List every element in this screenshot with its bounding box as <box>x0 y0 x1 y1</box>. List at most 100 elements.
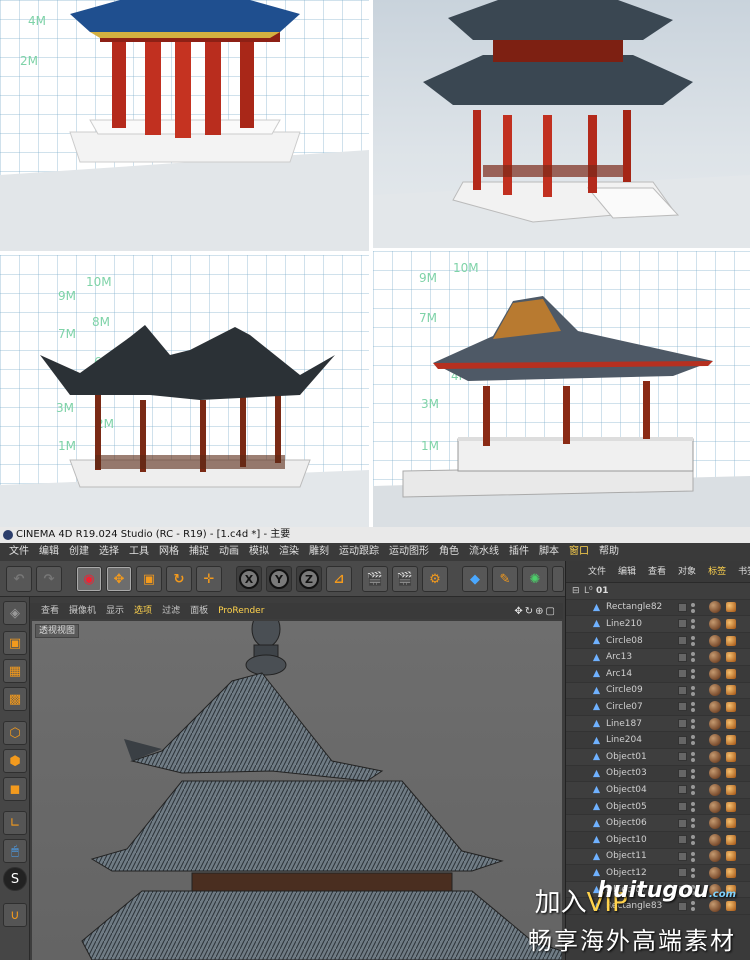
texture-tag-icon[interactable] <box>726 685 736 696</box>
visibility-toggle[interactable] <box>678 685 687 695</box>
list-item[interactable]: Object06 <box>566 815 750 832</box>
viewport-menu-filter[interactable]: 过滤 <box>157 603 185 619</box>
live-selection-icon[interactable]: ◉ <box>76 566 102 592</box>
texture-mode-icon[interactable]: ▦ <box>3 659 27 683</box>
texture-tag-icon[interactable] <box>726 867 736 878</box>
render-visibility-dot[interactable] <box>691 691 695 696</box>
menu-sculpt[interactable]: 雕刻 <box>304 543 334 561</box>
editor-visibility-dot[interactable] <box>691 702 695 707</box>
viewport-navigation-icons[interactable]: ✥↻⊕▢ <box>514 606 563 617</box>
collapse-icon[interactable]: ⊟ <box>572 586 580 596</box>
texture-tag-icon[interactable] <box>726 735 736 746</box>
y-axis-lock-button[interactable]: Y <box>266 566 292 592</box>
menu-select[interactable]: 选择 <box>94 543 124 561</box>
visibility-toggle[interactable] <box>678 702 687 712</box>
viewport-menu-view[interactable]: 查看 <box>36 603 64 619</box>
menu-window[interactable]: 窗口 <box>564 543 594 561</box>
render-visibility-dot[interactable] <box>691 807 695 812</box>
render-picture-viewer-icon[interactable]: 🎬 <box>392 566 418 592</box>
subdivision-surface-icon[interactable]: ✺ <box>522 566 548 592</box>
visibility-toggle[interactable] <box>678 818 687 828</box>
editor-visibility-dot[interactable] <box>691 752 695 756</box>
texture-tag-icon[interactable] <box>726 851 736 862</box>
viewport-menu-options[interactable]: 选项 <box>129 603 157 619</box>
toolbar-overflow-icon[interactable] <box>552 566 564 592</box>
material-tag-icon[interactable] <box>709 817 721 830</box>
list-item[interactable]: Object04 <box>566 782 750 799</box>
model-mode-icon[interactable]: ▣ <box>3 631 27 655</box>
texture-tag-icon[interactable] <box>726 801 736 812</box>
edges-mode-icon[interactable]: ⬢ <box>3 749 27 773</box>
viewport-menu-cameras[interactable]: 摄像机 <box>64 603 101 619</box>
material-tag-icon[interactable] <box>709 684 721 697</box>
editor-visibility-dot[interactable] <box>691 635 695 640</box>
texture-tag-icon[interactable] <box>726 768 736 779</box>
editor-visibility-dot[interactable] <box>691 851 695 856</box>
visibility-toggle[interactable] <box>678 802 687 812</box>
texture-tag-icon[interactable] <box>726 718 736 729</box>
x-axis-lock-button[interactable]: X <box>236 566 262 592</box>
list-item[interactable]: Object05 <box>566 799 750 816</box>
workplane-mode-icon[interactable]: ▩ <box>3 687 27 711</box>
move-tool-icon[interactable]: ✥ <box>106 566 132 592</box>
om-menu-file[interactable]: 文件 <box>582 561 612 583</box>
cube-primitive-icon[interactable]: ◆ <box>462 566 488 592</box>
visibility-toggle[interactable] <box>678 735 687 745</box>
redo-icon[interactable]: ↷ <box>36 566 62 592</box>
editor-visibility-dot[interactable] <box>691 868 695 873</box>
menu-help[interactable]: 帮助 <box>594 543 624 561</box>
om-menu-tags[interactable]: 标签 <box>702 561 732 583</box>
visibility-toggle[interactable] <box>678 636 687 646</box>
perspective-viewport[interactable]: 透视视图 <box>32 621 562 960</box>
menu-tools[interactable]: 工具 <box>124 543 154 561</box>
editor-visibility-dot[interactable] <box>691 718 695 723</box>
render-visibility-dot[interactable] <box>691 741 695 746</box>
texture-tag-icon[interactable] <box>726 635 736 646</box>
menu-mograph[interactable]: 运动图形 <box>384 543 434 561</box>
tweak-mode-icon[interactable]: 🖱 <box>3 839 27 863</box>
list-item[interactable]: Circle07 <box>566 699 750 716</box>
material-tag-icon[interactable] <box>709 717 721 730</box>
texture-tag-icon[interactable] <box>726 618 736 629</box>
texture-tag-icon[interactable] <box>726 652 736 663</box>
editor-visibility-dot[interactable] <box>691 619 695 624</box>
om-menu-objects[interactable]: 对象 <box>672 561 702 583</box>
visibility-toggle[interactable] <box>678 752 687 762</box>
list-item[interactable]: Circle08 <box>566 633 750 650</box>
render-visibility-dot[interactable] <box>691 791 695 796</box>
visibility-toggle[interactable] <box>678 669 687 679</box>
editor-visibility-dot[interactable] <box>691 685 695 690</box>
menu-animate[interactable]: 动画 <box>214 543 244 561</box>
render-view-icon[interactable]: 🎬 <box>362 566 388 592</box>
material-tag-icon[interactable] <box>709 850 721 863</box>
material-tag-icon[interactable] <box>709 750 721 763</box>
points-mode-icon[interactable]: ⬡ <box>3 721 27 745</box>
material-tag-icon[interactable] <box>709 833 721 846</box>
texture-tag-icon[interactable] <box>726 602 736 613</box>
om-menu-edit[interactable]: 编辑 <box>612 561 642 583</box>
visibility-toggle[interactable] <box>678 602 687 612</box>
om-menu-view[interactable]: 查看 <box>642 561 672 583</box>
viewport-menu-prorender[interactable]: ProRender <box>213 603 269 619</box>
editor-visibility-dot[interactable] <box>691 818 695 823</box>
recent-tool-icon[interactable]: ✛ <box>196 566 222 592</box>
render-visibility-dot[interactable] <box>691 724 695 729</box>
render-visibility-dot[interactable] <box>691 841 695 845</box>
render-settings-icon[interactable]: ⚙ <box>422 566 448 592</box>
material-tag-icon[interactable] <box>709 601 721 614</box>
om-menu-bookmarks[interactable]: 书签 <box>732 561 750 583</box>
render-visibility-dot[interactable] <box>691 625 695 630</box>
menu-pipeline[interactable]: 流水线 <box>464 543 504 561</box>
editor-visibility-dot[interactable] <box>691 669 695 673</box>
list-item[interactable]: Line204 <box>566 732 750 749</box>
texture-tag-icon[interactable] <box>726 751 736 762</box>
texture-tag-icon[interactable] <box>726 834 736 845</box>
menu-file[interactable]: 文件 <box>4 543 34 561</box>
snap-icon[interactable]: S <box>3 867 27 891</box>
viewport-menu-panel[interactable]: 面板 <box>185 603 213 619</box>
list-item[interactable]: Line210 <box>566 616 750 633</box>
list-item[interactable]: Rectangle82 <box>566 600 750 617</box>
rotate-tool-icon[interactable]: ↻ <box>166 566 192 592</box>
visibility-toggle[interactable] <box>678 652 687 662</box>
list-item[interactable]: Arc13 <box>566 649 750 666</box>
